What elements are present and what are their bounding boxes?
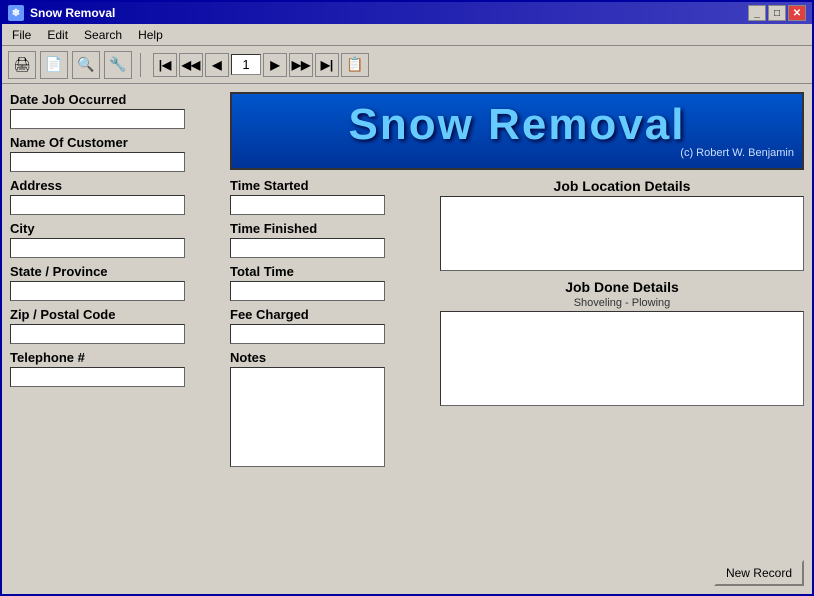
total-time-input[interactable] [230,281,385,301]
job-done-group: Job Done Details Shoveling - Plowing [440,279,804,406]
job-location-group: Job Location Details [440,178,804,271]
phone-input[interactable] [10,367,185,387]
phone-label: Telephone # [10,350,220,365]
date-job-input[interactable] [10,109,185,129]
total-time-group: Total Time [230,264,430,301]
app-icon: ❄ [8,5,24,21]
menu-help[interactable]: Help [132,26,169,44]
job-done-subtitle: Shoveling - Plowing [440,297,804,309]
job-done-label: Job Done Details [440,279,804,295]
zip-input[interactable] [10,324,185,344]
address-group: Address [10,178,220,215]
maximize-button[interactable]: □ [768,5,786,21]
city-group: City [10,221,220,258]
main-window: ❄ Snow Removal _ □ ✕ File Edit Search He… [0,0,814,596]
notes-area: Notes [230,350,430,586]
time-finished-input[interactable] [230,238,385,258]
minimize-button[interactable]: _ [748,5,766,21]
customer-name-input[interactable] [10,152,185,172]
menu-bar: File Edit Search Help [2,24,812,46]
nav-controls: |◀ ◀◀ ◀ 1 ▶ ▶▶ ▶| 📋 [153,53,369,77]
state-label: State / Province [10,264,220,279]
notes-textarea[interactable] [230,367,385,467]
nav-next-next-button[interactable]: ▶▶ [289,53,313,77]
title-bar-controls: _ □ ✕ [748,5,806,21]
city-label: City [10,221,220,236]
menu-edit[interactable]: Edit [41,26,74,44]
page-number: 1 [231,54,261,75]
total-time-label: Total Time [230,264,430,279]
tools-button[interactable]: 🔧 [104,51,132,79]
job-done-textarea[interactable] [440,311,804,406]
state-group: State / Province [10,264,220,301]
date-job-label: Date Job Occurred [10,92,220,107]
logo-title: Snow Removal [349,103,686,147]
nav-next-button[interactable]: ▶ [263,53,287,77]
job-location-textarea[interactable] [440,196,804,271]
form-columns: Time Started Time Finished Total Time Fe… [230,178,804,586]
fee-charged-label: Fee Charged [230,307,430,322]
nav-first-button[interactable]: |◀ [153,53,177,77]
nav-last-button[interactable]: ▶| [315,53,339,77]
time-finished-group: Time Finished [230,221,430,258]
left-panel: Date Job Occurred Name Of Customer Addre… [10,92,220,586]
state-input[interactable] [10,281,185,301]
logo-subtitle: (c) Robert W. Benjamin [680,147,794,159]
right-panel: Snow Removal (c) Robert W. Benjamin Time… [230,92,804,586]
time-finished-label: Time Finished [230,221,430,236]
date-job-group: Date Job Occurred [10,92,220,129]
zip-label: Zip / Postal Code [10,307,220,322]
new-button[interactable]: 📄 [40,51,68,79]
main-content: Date Job Occurred Name Of Customer Addre… [2,84,812,594]
separator-1 [140,53,141,77]
address-label: Address [10,178,220,193]
fee-charged-input[interactable] [230,324,385,344]
close-button[interactable]: ✕ [788,5,806,21]
time-started-input[interactable] [230,195,385,215]
notes-label: Notes [230,350,430,365]
nav-prev-button[interactable]: ◀ [205,53,229,77]
phone-group: Telephone # [10,350,220,387]
print-button[interactable]: 🖨 [8,51,36,79]
nav-prev-prev-button[interactable]: ◀◀ [179,53,203,77]
toolbar: 🖨 📄 🔍 🔧 |◀ ◀◀ ◀ 1 ▶ ▶▶ ▶| 📋 [2,46,812,84]
nav-report-button[interactable]: 📋 [341,53,369,77]
window-title: Snow Removal [30,6,115,20]
zip-group: Zip / Postal Code [10,307,220,344]
menu-file[interactable]: File [6,26,37,44]
address-input[interactable] [10,195,185,215]
title-bar: ❄ Snow Removal _ □ ✕ [2,2,812,24]
right-col: Job Location Details Job Done Details Sh… [440,178,804,586]
logo-area: Snow Removal (c) Robert W. Benjamin [230,92,804,170]
middle-col: Time Started Time Finished Total Time Fe… [230,178,430,586]
menu-search[interactable]: Search [78,26,128,44]
time-started-label: Time Started [230,178,430,193]
time-started-group: Time Started [230,178,430,215]
customer-name-label: Name Of Customer [10,135,220,150]
new-record-button[interactable]: New Record [714,560,804,586]
fee-charged-group: Fee Charged [230,307,430,344]
city-input[interactable] [10,238,185,258]
customer-name-group: Name Of Customer [10,135,220,172]
job-location-label: Job Location Details [440,178,804,194]
title-bar-left: ❄ Snow Removal [8,5,115,21]
search-button[interactable]: 🔍 [72,51,100,79]
